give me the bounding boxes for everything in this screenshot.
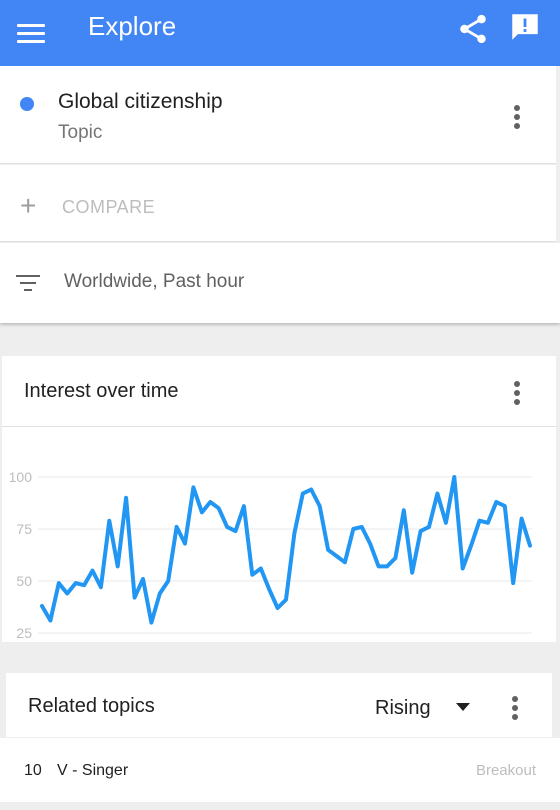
interest-line-chart: 100 75 50 25 [9, 469, 532, 641]
filter-bar[interactable]: Worldwide, Past hour [0, 243, 560, 323]
chart-more-icon[interactable] [507, 378, 527, 408]
related-more-icon[interactable] [505, 693, 525, 723]
y-tick-label: 25 [16, 625, 32, 641]
term-type: Topic [58, 122, 103, 143]
related-topics-header: Related topics Rising [6, 673, 552, 737]
menu-icon[interactable] [14, 16, 48, 50]
interest-over-time-card: Interest over time 100 75 50 25 [2, 356, 556, 642]
feedback-icon[interactable] [508, 10, 542, 44]
compare-label: COMPARE [62, 197, 156, 217]
term-name: Global citizenship [58, 90, 223, 113]
page-title: Explore [88, 11, 177, 41]
search-term-card[interactable]: Global citizenship Topic [0, 66, 556, 164]
interest-over-time-title: Interest over time [24, 380, 179, 402]
plus-icon: + [20, 190, 37, 221]
y-tick-label: 100 [9, 469, 33, 485]
compare-button[interactable]: + COMPARE [0, 165, 556, 242]
divider [2, 426, 556, 427]
related-topics-title: Related topics [28, 695, 155, 717]
related-filter-dropdown[interactable]: Rising [375, 697, 431, 720]
filter-icon [16, 273, 40, 293]
list-item[interactable]: 10 V - Singer Breakout [0, 738, 560, 802]
topic-rank: 10 [24, 762, 42, 779]
dropdown-caret-icon[interactable] [456, 703, 470, 711]
y-tick-label: 50 [16, 573, 32, 589]
term-more-icon[interactable] [507, 102, 527, 132]
share-icon[interactable] [456, 12, 490, 46]
topic-status: Breakout [475, 762, 536, 779]
topic-name: V - Singer [57, 762, 129, 779]
series-line [40, 475, 532, 625]
term-color-dot [20, 97, 34, 111]
app-bar: Explore [0, 0, 560, 66]
y-tick-label: 75 [16, 521, 32, 537]
filter-text: Worldwide, Past hour [64, 271, 245, 292]
